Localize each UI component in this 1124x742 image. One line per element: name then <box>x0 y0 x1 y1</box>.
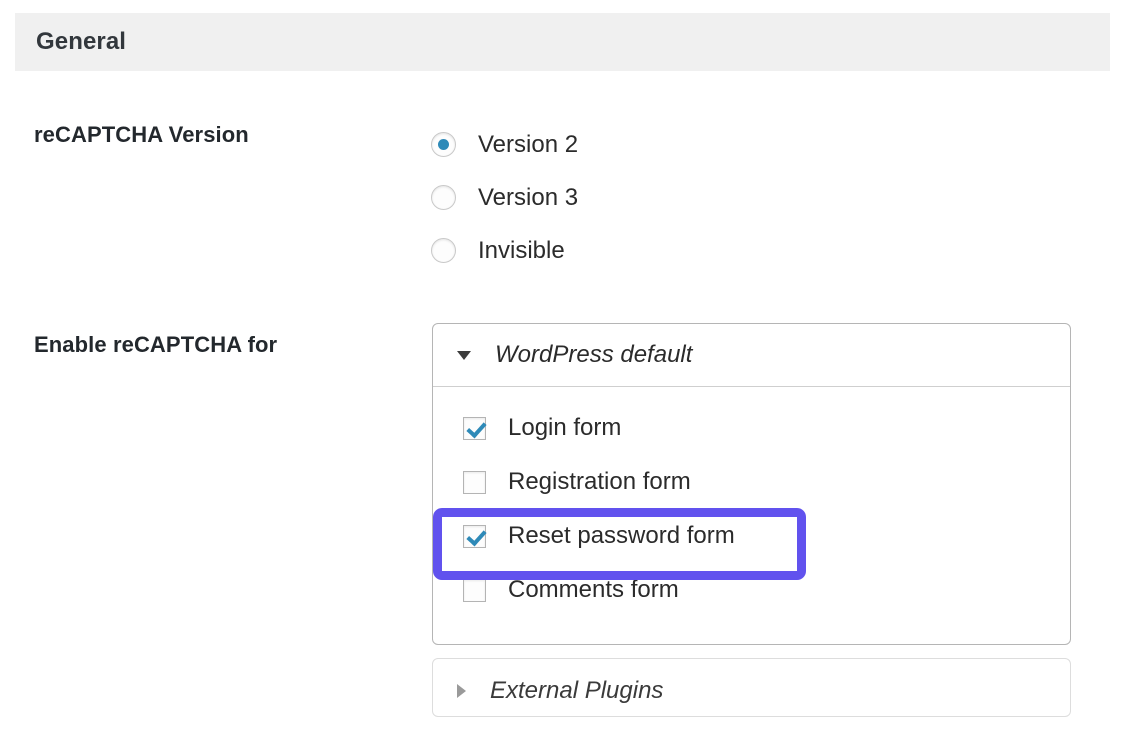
checkbox-row-reset-password-form[interactable]: Reset password form <box>433 509 1070 563</box>
radio-option-label: Version 2 <box>478 130 579 158</box>
radio-button-icon[interactable] <box>431 132 456 157</box>
accordion-panel-wordpress-default: WordPress default Login form Registratio… <box>432 323 1071 645</box>
settings-page: General reCAPTCHA Version Version 2 Vers… <box>0 0 1124 742</box>
section-header-general: General <box>15 13 1110 71</box>
checkbox-list-wordpress-default: Login form Registration form Reset passw… <box>433 387 1070 617</box>
checkbox-row-login-form[interactable]: Login form <box>433 401 1070 455</box>
accordion-header-external-plugins[interactable]: External Plugins <box>433 659 1070 722</box>
radio-option-invisible[interactable]: Invisible <box>431 224 578 277</box>
checkbox-label: Login form <box>508 414 622 441</box>
radio-button-icon[interactable] <box>431 185 456 210</box>
field-label-recaptcha-version: reCAPTCHA Version <box>34 122 249 147</box>
radio-option-version-2[interactable]: Version 2 <box>431 118 578 171</box>
radio-option-label: Invisible <box>478 236 565 264</box>
radio-option-version-3[interactable]: Version 3 <box>431 171 578 224</box>
checkbox-icon[interactable] <box>463 524 486 548</box>
triangle-right-icon[interactable] <box>457 683 466 698</box>
checkbox-label: Reset password form <box>508 522 735 549</box>
field-label-enable-recaptcha-for: Enable reCAPTCHA for <box>34 332 278 357</box>
accordion-panel-external-plugins: External Plugins <box>432 658 1071 717</box>
checkbox-icon[interactable] <box>463 578 486 602</box>
checkbox-icon[interactable] <box>463 416 486 440</box>
accordion-title: External Plugins <box>490 676 664 704</box>
accordion-title: WordPress default <box>495 341 693 368</box>
checkbox-label: Comments form <box>508 576 679 603</box>
radio-option-label: Version 3 <box>478 183 579 211</box>
checkbox-icon[interactable] <box>463 470 486 494</box>
section-title: General <box>36 28 127 55</box>
radio-button-icon[interactable] <box>431 238 456 263</box>
accordion-header-wordpress-default[interactable]: WordPress default <box>433 324 1070 387</box>
checkbox-row-registration-form[interactable]: Registration form <box>433 455 1070 509</box>
checkbox-label: Registration form <box>508 468 691 495</box>
checkbox-row-comments-form[interactable]: Comments form <box>433 563 1070 617</box>
recaptcha-version-radio-group: Version 2 Version 3 Invisible <box>431 118 578 277</box>
triangle-down-icon[interactable] <box>457 350 471 360</box>
